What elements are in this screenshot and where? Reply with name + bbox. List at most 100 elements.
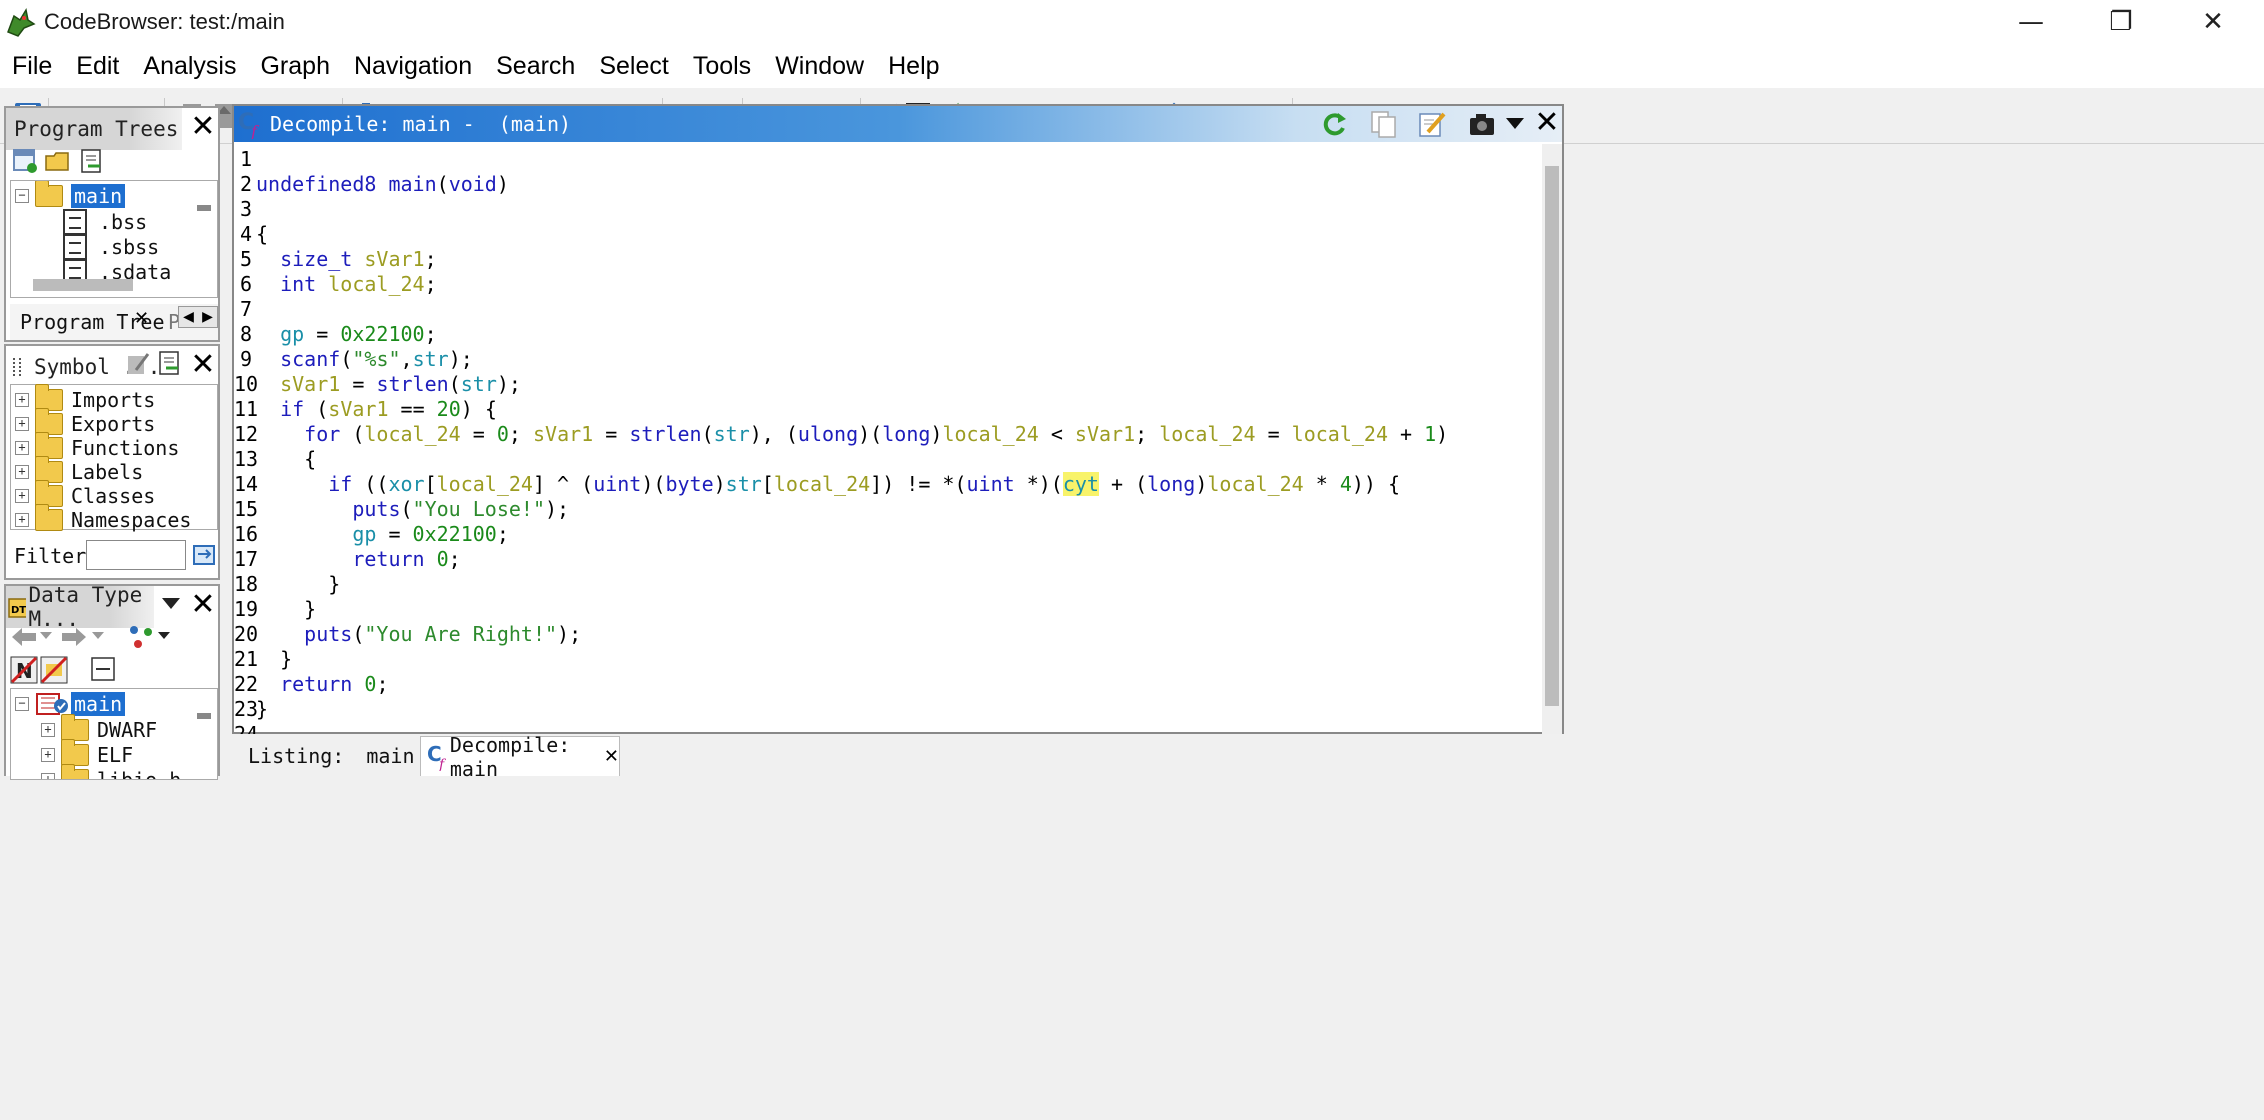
code-line-16: gp = 0x22100; [352, 522, 509, 546]
dtm-back-dropdown-icon[interactable] [40, 632, 52, 640]
dtm-item-libio[interactable]: + libio.h [41, 764, 182, 780]
line-number: 14 [234, 472, 259, 496]
filter-input[interactable] [86, 540, 186, 570]
dtm-archive-dropdown-icon[interactable] [158, 632, 170, 640]
restore-button[interactable]: ❐ [2076, 0, 2166, 44]
tab-scroll-right-icon[interactable]: ▶ [198, 307, 217, 327]
symbol-tree-grip-icon [13, 358, 21, 376]
tab-scroll-buttons[interactable]: ◀ ▶ [178, 306, 218, 328]
line-number: 2 [239, 172, 252, 196]
data-type-manager-close-icon[interactable]: ✕ [188, 590, 218, 620]
expand-icon[interactable]: + [15, 465, 29, 479]
menu-navigation[interactable]: Navigation [342, 44, 484, 88]
line-number: 6 [239, 272, 252, 296]
vertical-scroll-thumb[interactable] [197, 205, 211, 211]
window-title-bar: CodeBrowser: test:/main — ❐ ✕ [0, 0, 2264, 44]
menu-search[interactable]: Search [484, 44, 587, 88]
decompiler-tab-icon: Cf [427, 743, 446, 771]
code-line-2: undefined8 main(void) [256, 172, 509, 196]
expand-icon[interactable]: + [41, 773, 55, 779]
line-number: 18 [234, 572, 259, 596]
code-line-20: puts("You Are Right!"); [304, 622, 582, 646]
edit-symbol-icon[interactable] [124, 350, 150, 378]
dtm-archive-icon[interactable] [128, 624, 154, 650]
menu-window[interactable]: Window [763, 44, 876, 88]
menu-analysis[interactable]: Analysis [131, 44, 248, 88]
dtm-back-icon[interactable] [10, 626, 38, 648]
dtm-item-label: libio.h [97, 768, 182, 780]
dtm-toolbar [8, 622, 220, 652]
data-type-manager-panel: DT Data Type M... ✕ N − main + DWARF + E… [4, 583, 220, 780]
snapshot-camera-icon[interactable] [1468, 110, 1496, 138]
vertical-scroll-thumb[interactable] [197, 713, 211, 719]
decompiler-scrollbar[interactable] [1542, 144, 1562, 734]
line-number: 13 [234, 447, 259, 471]
tab-listing[interactable]: Listing: main ✕ [236, 740, 442, 772]
filter-options-icon[interactable] [192, 542, 216, 568]
menu-file[interactable]: File [0, 44, 64, 88]
edit-signature-icon[interactable] [1418, 110, 1446, 138]
dtm-forward-dropdown-icon[interactable] [92, 632, 104, 640]
expand-icon[interactable]: + [15, 513, 29, 527]
line-number: 3 [239, 197, 252, 221]
decompiler-menu-dropdown-icon[interactable] [1506, 118, 1524, 130]
code-line-8: gp = 0x22100; [280, 322, 437, 346]
code-line-10: sVar1 = strlen(str); [280, 372, 521, 396]
tab-scroll-left-icon[interactable]: ◀ [179, 307, 198, 327]
create-tree-icon[interactable] [12, 148, 38, 174]
open-folder-icon[interactable] [44, 148, 72, 174]
merge-tree-icon[interactable] [78, 148, 104, 174]
horizontal-scroll-thumb[interactable] [33, 279, 133, 291]
menu-graph[interactable]: Graph [248, 44, 341, 88]
filter-pointers-icon[interactable] [40, 656, 68, 684]
decompiled-code-view[interactable]: 1 2 3 4 5 6 7 8 9 10 11 12 13 14 15 16 17 18 19 20 21 22 23 24 … [234, 144, 1544, 734]
copy-icon[interactable] [1370, 110, 1398, 138]
open-folder-icon [35, 181, 63, 207]
expand-icon[interactable]: + [15, 393, 29, 407]
collapse-all-icon[interactable] [90, 656, 116, 682]
code-line-17: return 0; [352, 547, 461, 571]
decompile-tab-close-icon[interactable]: ✕ [604, 746, 619, 767]
program-trees-title: Program Trees [14, 117, 179, 141]
program-tree-view[interactable]: − main .bss .sbss .sdata [10, 180, 218, 298]
panel-menu-dropdown-icon[interactable] [162, 598, 180, 610]
line-number: 11 [234, 397, 259, 421]
filter-arrays-icon[interactable]: N [10, 656, 38, 684]
expand-icon[interactable]: + [15, 417, 29, 431]
minimize-button[interactable]: — [1986, 0, 2076, 44]
decompiler-header: Cf Decompile: main - (main) ✕ [234, 106, 1562, 142]
listing-tab-label: Listing: [248, 744, 345, 768]
expand-icon[interactable]: + [41, 748, 55, 762]
expand-icon[interactable]: + [15, 441, 29, 455]
expand-icon[interactable]: + [41, 723, 55, 737]
program-trees-close-icon[interactable]: ✕ [188, 112, 218, 142]
collapse-icon[interactable]: − [15, 697, 29, 711]
refresh-icon[interactable] [1320, 109, 1348, 139]
data-type-tree-view[interactable]: − main + DWARF + ELF + libio.h [10, 688, 218, 780]
dtm-forward-icon[interactable] [60, 626, 88, 648]
menu-select[interactable]: Select [587, 44, 680, 88]
code-line-22: return 0; [280, 672, 389, 696]
program-trees-toolbar [10, 146, 210, 178]
menu-help[interactable]: Help [876, 44, 951, 88]
symbol-tree-view[interactable]: + Imports + Exports + Functions + Labels… [10, 384, 218, 532]
tab-decompile[interactable]: Cf Decompile: main ✕ [420, 733, 620, 781]
code-line-19: } [256, 597, 317, 621]
go-to-symbol-icon[interactable] [156, 350, 182, 378]
tab-close-icon[interactable]: ✕ [134, 308, 149, 329]
collapse-icon[interactable]: − [15, 189, 29, 203]
line-number: 15 [234, 497, 259, 521]
line-number: 8 [239, 322, 252, 346]
line-number: 12 [234, 422, 259, 446]
expand-icon[interactable]: + [15, 489, 29, 503]
symbol-item-namespaces[interactable]: + Namespaces [15, 504, 191, 535]
symbol-tree-header: Symbol ... [6, 346, 218, 388]
decompiler-scroll-thumb[interactable] [1545, 166, 1559, 706]
line-number: 4 [239, 222, 252, 246]
decompiler-close-icon[interactable]: ✕ [1532, 108, 1562, 138]
symbol-tree-close-icon[interactable]: ✕ [188, 350, 218, 380]
svg-text:DT: DT [11, 605, 26, 616]
menu-tools[interactable]: Tools [681, 44, 763, 88]
close-window-button[interactable]: ✕ [2168, 0, 2258, 44]
menu-edit[interactable]: Edit [64, 44, 131, 88]
